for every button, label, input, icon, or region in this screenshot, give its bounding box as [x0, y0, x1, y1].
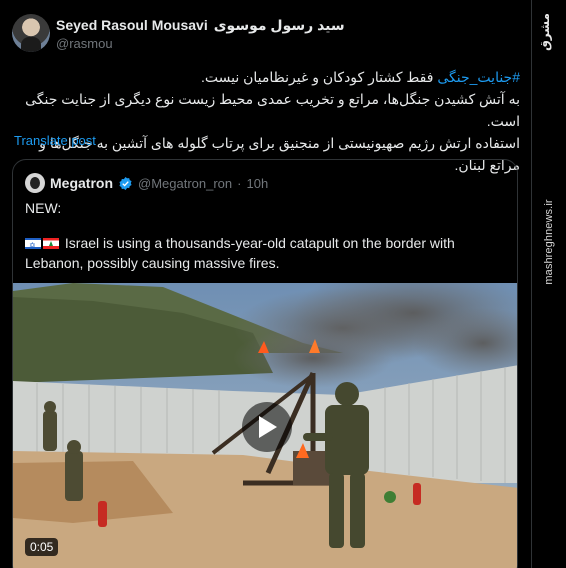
mashregh-logo-icon: مشرق — [538, 13, 552, 51]
quoted-author-avatar[interactable] — [25, 173, 45, 193]
verified-badge-icon — [119, 176, 132, 190]
quoted-post-time[interactable]: 10h — [246, 176, 268, 191]
play-icon — [259, 416, 277, 438]
lebanon-flag-icon — [43, 238, 59, 249]
video-player[interactable]: 0:05 — [13, 283, 517, 568]
quoted-post[interactable]: Megatron @Megatron_ron · 10h NEW: Israel… — [12, 159, 518, 568]
author-display-name[interactable]: Seyed Rasoul Mousavi — [56, 17, 208, 33]
translate-post-link[interactable]: Translate post — [14, 133, 96, 148]
quoted-post-header: Megatron @Megatron_ron · 10h — [25, 173, 268, 193]
israel-flag-icon — [25, 236, 41, 256]
watermark-url-text: mashreghnews.ir — [543, 199, 555, 285]
author-name-row: Seyed Rasoul Mousavi سید رسول موسوی — [56, 16, 345, 34]
hashtag-link[interactable]: #جنایت_جنگی — [437, 69, 520, 85]
author-display-name-fa[interactable]: سید رسول موسوی — [214, 17, 345, 34]
quoted-author-name[interactable]: Megatron — [50, 175, 113, 191]
quoted-post-line-1: NEW: — [25, 200, 62, 216]
post-text-line-1-rest: فقط کشتار کودکان و غیرنظامیان نیست. — [201, 69, 438, 85]
quoted-post-body: Israel is using a thousands-year-old cat… — [25, 233, 505, 273]
author-avatar[interactable] — [12, 14, 50, 52]
post: Seyed Rasoul Mousavi سید رسول موسوی @ras… — [0, 0, 530, 568]
play-button[interactable] — [242, 402, 292, 452]
post-text-line-2: به آتش کشیدن جنگل‌ها، مراتع و تخریب عمدی… — [25, 91, 520, 129]
post-text-line-1: #جنایت_جنگی فقط کشتار کودکان و غیرنظامیا… — [14, 66, 520, 88]
mashregh-logo-text: مشرق — [538, 13, 552, 51]
quoted-post-text: Israel is using a thousands-year-old cat… — [25, 235, 455, 271]
quoted-author-handle[interactable]: @Megatron_ron — [138, 176, 232, 191]
video-duration: 0:05 — [25, 538, 59, 556]
watermark-url: mashreghnews.ir — [532, 122, 566, 362]
separator-dot: · — [237, 175, 242, 191]
author-handle[interactable]: @rasmou — [56, 36, 113, 51]
